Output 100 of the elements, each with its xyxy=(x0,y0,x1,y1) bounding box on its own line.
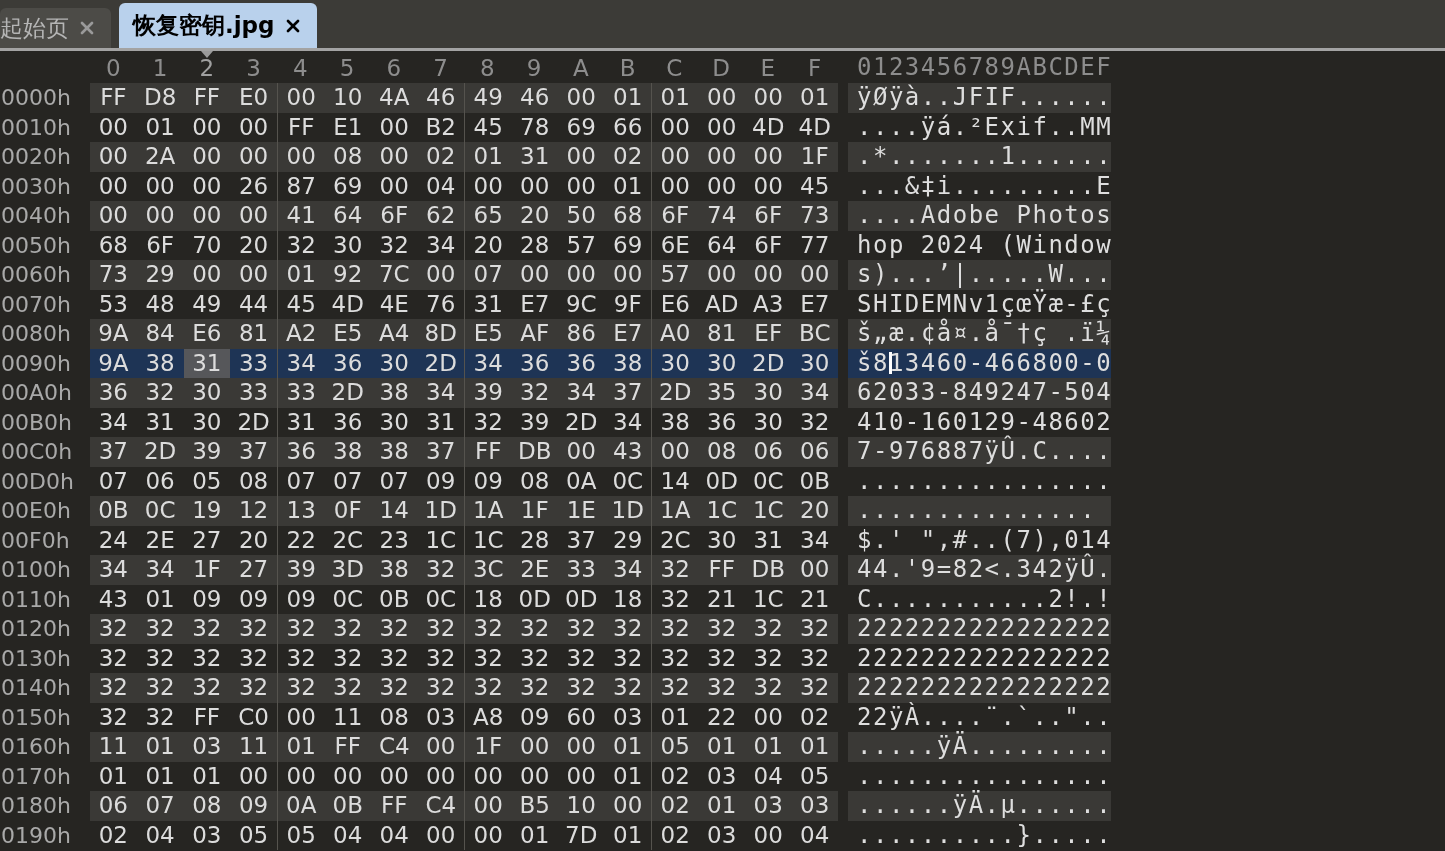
hex-byte[interactable]: 2D xyxy=(652,378,699,408)
hex-byte[interactable]: 66 xyxy=(604,112,651,142)
hex-byte[interactable]: 02 xyxy=(652,791,699,821)
hex-byte[interactable]: 32 xyxy=(791,643,838,673)
hex-byte[interactable]: 6F xyxy=(371,201,418,231)
hex-byte[interactable]: FF xyxy=(90,83,137,113)
hex-byte[interactable]: 00 xyxy=(652,437,699,467)
hex-byte[interactable]: E6 xyxy=(652,289,699,319)
hex-byte[interactable]: 32 xyxy=(511,378,558,408)
hex-byte[interactable]: 01 xyxy=(604,83,651,113)
hex-byte[interactable]: 30 xyxy=(371,348,418,378)
hex-byte[interactable]: 2D xyxy=(136,437,184,467)
hex-byte[interactable]: 22 xyxy=(278,525,325,555)
hex-byte[interactable]: 30 xyxy=(324,230,371,260)
hex-byte[interactable]: 20 xyxy=(465,230,512,260)
hex-byte[interactable]: 07 xyxy=(324,466,371,496)
hex-byte[interactable]: 34 xyxy=(90,407,137,437)
hex-byte[interactable]: 09 xyxy=(278,584,325,614)
hex-byte[interactable]: 34 xyxy=(465,348,512,378)
hex-byte[interactable]: 2C xyxy=(324,525,371,555)
hex-byte[interactable]: 00 xyxy=(558,260,605,290)
hex-byte[interactable]: C4 xyxy=(417,791,464,821)
hex-byte[interactable]: 00 xyxy=(278,142,325,172)
hex-byte[interactable]: 32 xyxy=(90,643,137,673)
hex-byte[interactable]: 00 xyxy=(511,761,558,791)
hex-byte[interactable]: 00 xyxy=(465,171,512,201)
hex-byte[interactable]: 06 xyxy=(791,437,838,467)
hex-byte[interactable]: 33 xyxy=(558,555,605,585)
hex-byte[interactable]: 23 xyxy=(371,525,418,555)
hex-byte[interactable]: 0C xyxy=(324,584,371,614)
hex-byte[interactable]: 33 xyxy=(230,348,277,378)
hex-byte[interactable]: 0A xyxy=(278,791,325,821)
hex-byte[interactable]: 32 xyxy=(465,673,512,703)
hex-byte[interactable]: 53 xyxy=(90,289,137,319)
hex-byte[interactable]: 14 xyxy=(371,496,418,526)
hex-byte[interactable]: 46 xyxy=(417,83,464,113)
hex-byte[interactable]: 2C xyxy=(652,525,699,555)
hex-byte[interactable]: 3C xyxy=(465,555,512,585)
hex-byte[interactable]: 38 xyxy=(371,378,418,408)
hex-byte[interactable]: E0 xyxy=(230,83,277,113)
hex-byte[interactable]: BC xyxy=(791,319,838,349)
hex-byte[interactable]: 32 xyxy=(230,673,277,703)
hex-byte[interactable]: 00 xyxy=(698,112,745,142)
hex-byte[interactable]: 0A xyxy=(558,466,605,496)
hex-byte[interactable]: 00 xyxy=(183,142,231,172)
hex-byte[interactable]: 05 xyxy=(652,732,699,762)
hex-byte[interactable]: 35 xyxy=(698,378,745,408)
hex-byte[interactable]: 6F xyxy=(136,230,184,260)
hex-byte[interactable]: 30 xyxy=(183,378,231,408)
hex-byte[interactable]: 0D xyxy=(558,584,605,614)
hex-byte[interactable]: 00 xyxy=(230,260,277,290)
hex-byte[interactable]: 00 xyxy=(791,555,838,585)
hex-byte[interactable]: 01 xyxy=(604,171,651,201)
hex-byte[interactable]: 32 xyxy=(90,702,137,732)
hex-byte[interactable]: 0F xyxy=(324,496,371,526)
hex-byte[interactable]: 78 xyxy=(511,112,558,142)
hex-byte[interactable]: 64 xyxy=(698,230,745,260)
hex-byte[interactable]: 84 xyxy=(136,319,184,349)
hex-byte[interactable]: 00 xyxy=(698,171,745,201)
hex-byte[interactable]: 0C xyxy=(604,466,651,496)
hex-byte[interactable]: 01 xyxy=(791,732,838,762)
hex-byte[interactable]: 30 xyxy=(371,407,418,437)
hex-byte[interactable]: 4D xyxy=(324,289,371,319)
hex-byte[interactable]: 00 xyxy=(90,201,137,231)
hex-byte[interactable]: 31 xyxy=(278,407,325,437)
hex-byte[interactable]: 57 xyxy=(558,230,605,260)
hex-byte[interactable]: 68 xyxy=(90,230,137,260)
hex-byte[interactable]: 32 xyxy=(604,614,651,644)
hex-byte[interactable]: E5 xyxy=(324,319,371,349)
hex-byte[interactable]: 1C xyxy=(745,496,792,526)
hex-byte[interactable]: 32 xyxy=(230,643,277,673)
hex-byte[interactable]: 24 xyxy=(90,525,137,555)
hex-byte[interactable]: 00 xyxy=(230,112,277,142)
hex-byte[interactable]: 34 xyxy=(604,555,651,585)
hex-byte[interactable]: 07 xyxy=(136,791,184,821)
hex-byte[interactable]: 73 xyxy=(90,260,137,290)
hex-byte[interactable]: 33 xyxy=(230,378,277,408)
hex-byte[interactable]: 00 xyxy=(558,83,605,113)
hex-byte[interactable]: E5 xyxy=(465,319,512,349)
hex-byte[interactable]: 00 xyxy=(90,142,137,172)
hex-byte[interactable]: 00 xyxy=(230,142,277,172)
hex-byte[interactable]: 00 xyxy=(465,791,512,821)
hex-byte[interactable]: 02 xyxy=(604,142,651,172)
file-tab[interactable]: 起始页 xyxy=(0,8,111,48)
hex-byte[interactable]: 00 xyxy=(698,142,745,172)
hex-byte[interactable]: 00 xyxy=(745,142,792,172)
hex-byte[interactable]: 1A xyxy=(652,496,699,526)
hex-byte[interactable]: 32 xyxy=(278,230,325,260)
hex-byte[interactable]: 21 xyxy=(791,584,838,614)
hex-byte[interactable]: E6 xyxy=(183,319,231,349)
hex-byte[interactable]: 26 xyxy=(230,171,277,201)
hex-byte[interactable]: 8D xyxy=(417,319,464,349)
hex-byte[interactable]: 00 xyxy=(183,201,231,231)
hex-byte[interactable]: 1F xyxy=(183,555,231,585)
hex-byte[interactable]: DB xyxy=(745,555,792,585)
hex-byte[interactable]: 36 xyxy=(278,437,325,467)
hex-byte[interactable]: 32 xyxy=(183,673,231,703)
hex-byte[interactable]: 01 xyxy=(745,732,792,762)
hex-byte[interactable]: 39 xyxy=(465,378,512,408)
hex-byte[interactable]: 01 xyxy=(136,761,184,791)
